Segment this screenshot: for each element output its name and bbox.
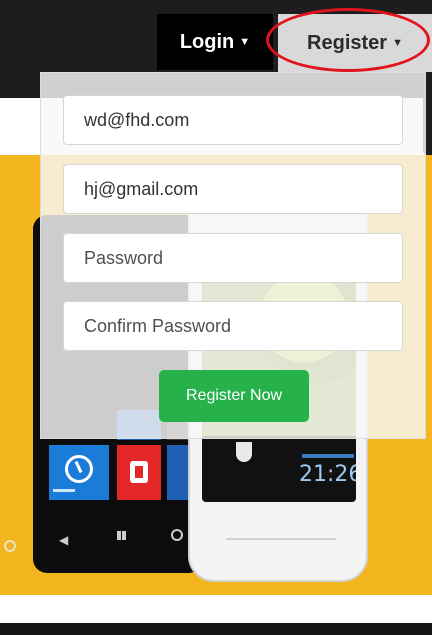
- slider-dot-icon[interactable]: [4, 540, 16, 552]
- email-field[interactable]: [63, 95, 403, 145]
- bookmark-icon: [236, 442, 252, 462]
- register-highlight-annotation: [266, 8, 430, 72]
- login-menu-label: Login: [179, 30, 235, 53]
- tile-caption: [53, 489, 75, 492]
- windows-icon: [117, 531, 126, 540]
- password-field[interactable]: [63, 233, 403, 283]
- page-bottom-strip: [0, 595, 432, 623]
- phone-softkeys: [226, 538, 336, 552]
- login-menu[interactable]: Login ▼: [157, 14, 273, 70]
- date-bar: [302, 454, 354, 458]
- secondary-email-field[interactable]: [63, 164, 403, 214]
- clock-widget: 21:26: [202, 436, 356, 502]
- register-now-button[interactable]: Register Now: [159, 370, 309, 422]
- confirm-password-field[interactable]: [63, 301, 403, 351]
- search-icon: [171, 529, 183, 541]
- back-icon: ◀: [59, 533, 69, 547]
- footer-bar: [0, 623, 432, 635]
- office-icon: [130, 461, 148, 483]
- office-tile: [117, 445, 161, 500]
- phone-clock-time: 21:26: [299, 462, 356, 487]
- register-dropdown: Register Now: [40, 72, 426, 439]
- caret-down-icon: ▼: [239, 36, 251, 48]
